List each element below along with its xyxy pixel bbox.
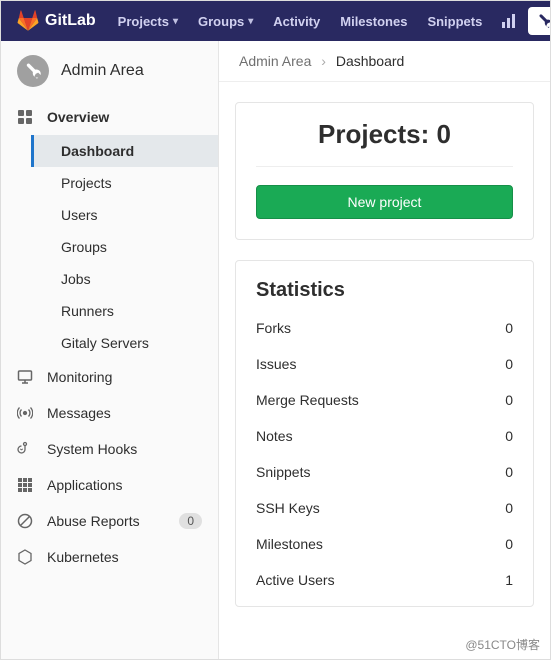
nav-items: Projects▾ Groups▾ Activity Milestones Sn… — [108, 1, 493, 41]
kubernetes-icon — [17, 549, 33, 565]
admin-wrench-icon-button[interactable] — [528, 7, 551, 35]
chevron-right-icon: › — [321, 53, 326, 69]
gitlab-logo-icon — [17, 10, 39, 32]
main-content: Admin Area › Dashboard Projects: 0 New p… — [219, 41, 550, 660]
stat-row-ssh-keys: SSH Keys0 — [256, 490, 513, 526]
sidebar-item-label: Messages — [47, 405, 111, 421]
abuse-icon — [17, 513, 33, 529]
sidebar-subitem-jobs[interactable]: Jobs — [31, 263, 218, 295]
stat-row-merge-requests: Merge Requests0 — [256, 382, 513, 418]
nav-activity[interactable]: Activity — [263, 1, 330, 41]
sidebar-item-applications[interactable]: Applications — [1, 467, 218, 503]
nav-projects[interactable]: Projects▾ — [108, 1, 188, 41]
sidebar-item-monitoring[interactable]: Monitoring — [1, 359, 218, 395]
sidebar-item-label: Abuse Reports — [47, 513, 140, 529]
hook-icon — [17, 441, 33, 457]
sidebar-item-messages[interactable]: Messages — [1, 395, 218, 431]
broadcast-icon — [17, 405, 33, 421]
brand-name: GitLab — [45, 12, 96, 30]
stat-row-snippets: Snippets0 — [256, 454, 513, 490]
statistics-card: Statistics Forks0 Issues0 Merge Requests… — [235, 260, 534, 607]
monitor-icon — [17, 369, 33, 385]
stat-row-milestones: Milestones0 — [256, 526, 513, 562]
sidebar-header[interactable]: Admin Area — [1, 41, 218, 99]
breadcrumb: Admin Area › Dashboard — [219, 41, 550, 82]
sidebar-item-label: Kubernetes — [47, 549, 119, 565]
nav-groups[interactable]: Groups▾ — [188, 1, 263, 41]
sidebar-item-label: Monitoring — [47, 369, 112, 385]
new-project-button[interactable]: New project — [256, 185, 513, 219]
applications-icon — [17, 477, 33, 493]
nav-milestones[interactable]: Milestones — [330, 1, 417, 41]
sidebar-item-kubernetes[interactable]: Kubernetes — [1, 539, 218, 575]
top-navbar: GitLab Projects▾ Groups▾ Activity Milest… — [1, 1, 550, 41]
sidebar-subitem-runners[interactable]: Runners — [31, 295, 218, 327]
sidebar-title: Admin Area — [61, 62, 144, 80]
projects-card: Projects: 0 New project — [235, 102, 534, 240]
chevron-down-icon: ▾ — [248, 16, 253, 27]
sidebar-subitem-dashboard[interactable]: Dashboard — [31, 135, 218, 167]
projects-count-title: Projects: 0 — [256, 119, 513, 167]
sidebar-subitem-projects[interactable]: Projects — [31, 167, 218, 199]
sidebar-item-system-hooks[interactable]: System Hooks — [1, 431, 218, 467]
sidebar-subitem-gitaly[interactable]: Gitaly Servers — [31, 327, 218, 359]
stat-row-forks: Forks0 — [256, 310, 513, 346]
sidebar-subitem-users[interactable]: Users — [31, 199, 218, 231]
brand[interactable]: GitLab — [17, 10, 96, 32]
chevron-down-icon: ▾ — [173, 16, 178, 27]
breadcrumb-root[interactable]: Admin Area — [239, 53, 311, 69]
stat-row-active-users: Active Users1 — [256, 562, 513, 598]
sidebar-item-abuse-reports[interactable]: Abuse Reports 0 — [1, 503, 218, 539]
chart-icon-button[interactable] — [492, 7, 526, 35]
nav-right — [492, 7, 551, 35]
sidebar: Admin Area Overview Dashboard Projects U… — [1, 41, 219, 660]
stat-row-issues: Issues0 — [256, 346, 513, 382]
statistics-title: Statistics — [256, 279, 513, 302]
sidebar-item-label: System Hooks — [47, 441, 137, 457]
badge-count: 0 — [179, 513, 202, 529]
stat-row-notes: Notes0 — [256, 418, 513, 454]
nav-snippets[interactable]: Snippets — [417, 1, 492, 41]
sidebar-subitem-groups[interactable]: Groups — [31, 231, 218, 263]
sidebar-overview-children: Dashboard Projects Users Groups Jobs Run… — [1, 135, 218, 359]
sidebar-item-label: Applications — [47, 477, 123, 493]
overview-icon — [17, 109, 33, 125]
breadcrumb-current: Dashboard — [336, 53, 405, 69]
sidebar-item-label: Overview — [47, 109, 109, 125]
wrench-icon — [17, 55, 49, 87]
sidebar-item-overview[interactable]: Overview — [1, 99, 218, 135]
